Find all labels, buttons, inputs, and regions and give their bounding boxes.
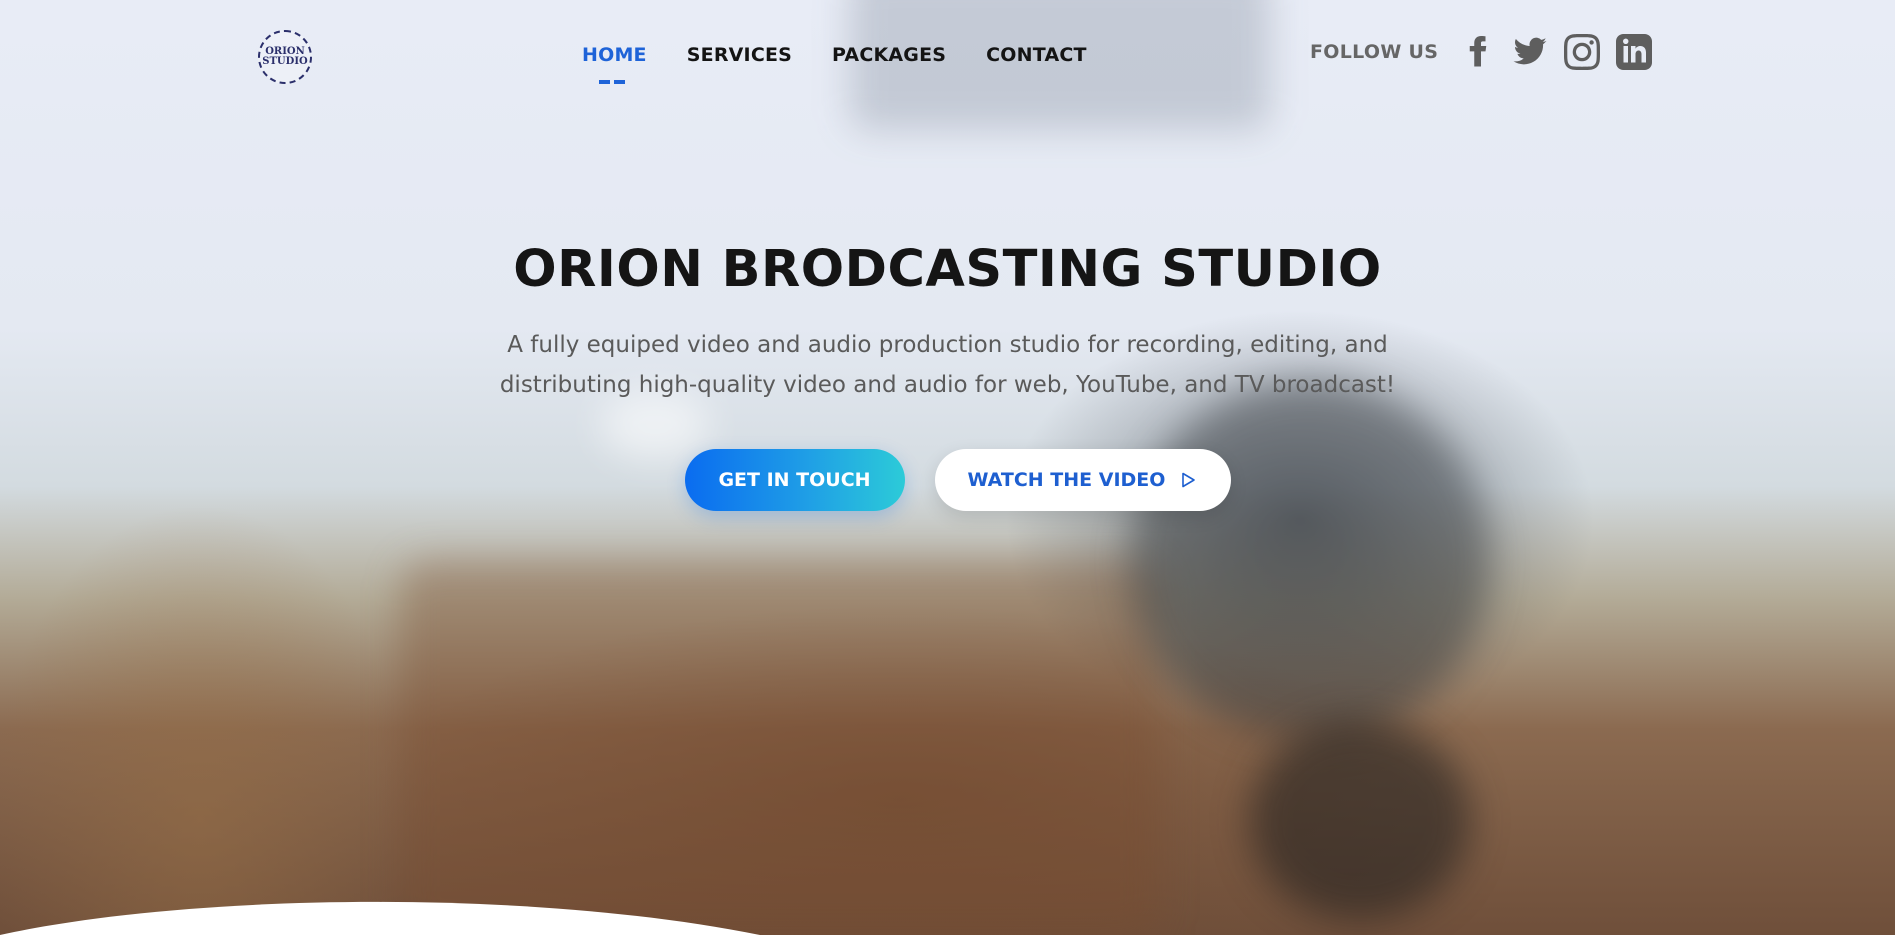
logo-text-line2: STUDIO (262, 56, 308, 67)
nav-item-packages[interactable]: PACKAGES (832, 44, 946, 66)
instagram-icon[interactable] (1564, 34, 1601, 70)
background-blur (1250, 720, 1470, 920)
hero-section: ORION STUDIO HOME SERVICES PACKAGES CONT… (0, 0, 1895, 935)
nav-item-label: PACKAGES (832, 44, 947, 66)
linkedin-icon[interactable] (1616, 34, 1653, 70)
nav-item-services[interactable]: SERVICES (687, 44, 792, 66)
hero-actions: GET IN TOUCH WATCH THE VIDEO (0, 449, 1895, 511)
play-icon (1165, 471, 1197, 489)
nav-item-home[interactable]: HOME (582, 44, 647, 84)
follow-us-label: FOLLOW US (1310, 41, 1439, 63)
watch-video-button[interactable]: WATCH THE VIDEO (934, 449, 1231, 511)
nav-item-contact[interactable]: CONTACT (986, 44, 1087, 66)
background-blur (400, 560, 1160, 935)
main-nav: HOME SERVICES PACKAGES CONTACT (582, 44, 1087, 84)
social-links: FOLLOW US (1310, 34, 1668, 70)
facebook-icon[interactable] (1460, 34, 1496, 70)
twitter-icon[interactable] (1512, 34, 1548, 70)
nav-item-label: CONTACT (986, 44, 1087, 66)
studio-logo[interactable]: ORION STUDIO (258, 30, 312, 84)
top-navigation-bar: ORION STUDIO HOME SERVICES PACKAGES CONT… (0, 0, 1895, 110)
active-indicator (599, 80, 625, 84)
nav-item-label: SERVICES (686, 44, 793, 66)
hero-title: ORION BRODCASTING STUDIO (513, 240, 1382, 299)
hero-subtitle: A fully equiped video and audio producti… (499, 332, 1396, 398)
get-in-touch-button[interactable]: GET IN TOUCH (684, 449, 905, 511)
nav-item-label: HOME (582, 44, 647, 66)
hero-content: ORION BRODCASTING STUDIO A fully equiped… (0, 240, 1895, 511)
button-label: WATCH THE VIDEO (967, 469, 1166, 491)
button-label: GET IN TOUCH (718, 469, 871, 491)
bottom-wave-divider (0, 901, 760, 935)
